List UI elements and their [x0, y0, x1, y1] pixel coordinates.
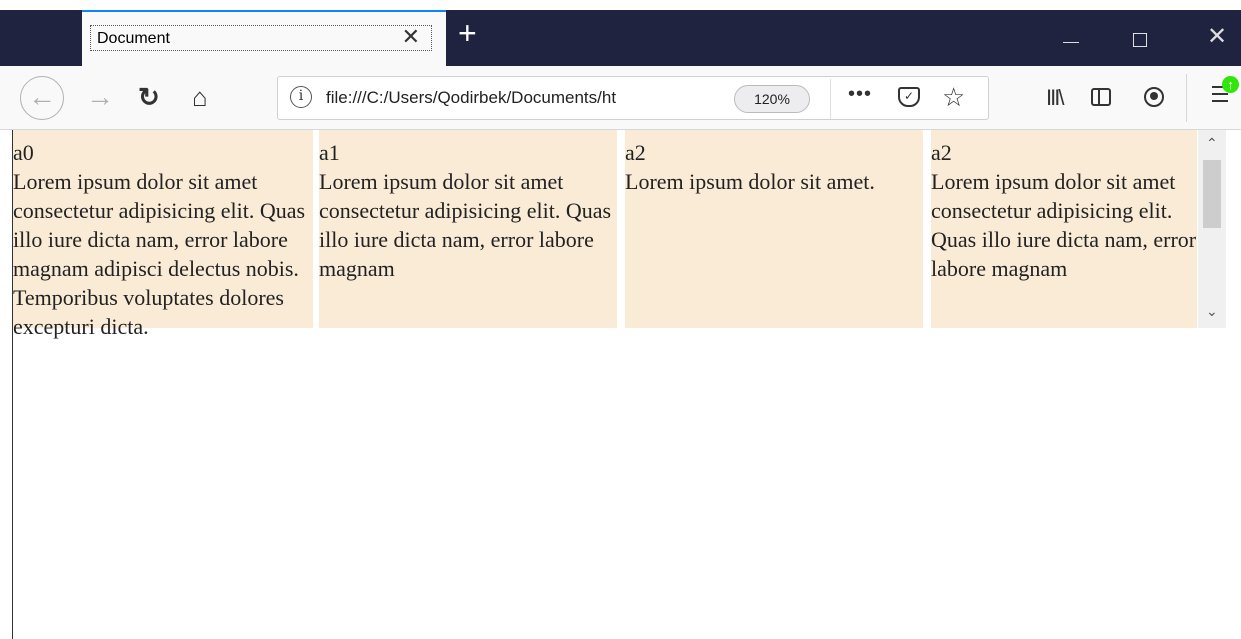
forward-icon[interactable]: → — [86, 80, 114, 114]
scroll-up-icon[interactable]: ⌃ — [1206, 136, 1218, 150]
scrollbar-thumb[interactable] — [1203, 160, 1221, 228]
tab-title: Document — [90, 25, 432, 51]
page-content: a1 Lorem ipsum dolor sit amet consectetu… — [12, 130, 1241, 639]
account-icon[interactable] — [1144, 87, 1164, 107]
title-bar: Document ✕ + ✕ — [0, 0, 1241, 66]
toolbar-divider — [1186, 74, 1187, 122]
column-heading: a1 — [319, 140, 340, 165]
minimize-icon[interactable] — [1063, 42, 1079, 43]
address-bar[interactable]: i file:///C:/Users/Qodirbek/Documents/ht… — [277, 76, 989, 120]
column-text: Lorem ipsum dolor sit amet consectetur a… — [319, 169, 612, 281]
new-tab-button[interactable]: + — [458, 17, 477, 49]
column-a1: a1 Lorem ipsum dolor sit amet consectetu… — [319, 130, 617, 328]
zoom-level-badge[interactable]: 120% — [734, 85, 810, 113]
maximize-icon[interactable] — [1133, 33, 1147, 47]
window-close-icon[interactable]: ✕ — [1207, 25, 1227, 49]
home-icon[interactable]: ⌂ — [192, 82, 208, 112]
back-icon[interactable]: ← — [20, 76, 64, 120]
column-text: Lorem ipsum dolor sit amet. — [625, 169, 875, 194]
column-a0-text: a0 Lorem ipsum dolor sit amet consectetu… — [13, 130, 313, 341]
title-bar-top-strip — [0, 0, 1241, 10]
tab-document[interactable]: Document ✕ — [82, 10, 446, 66]
pocket-icon[interactable]: ✓ — [898, 87, 920, 107]
column-heading: a0 — [13, 140, 34, 165]
sidebar-icon[interactable] — [1091, 88, 1111, 106]
library-icon[interactable]: III\ — [1046, 86, 1065, 110]
column-a2-second: a2 Lorem ipsum dolor sit amet consectetu… — [931, 130, 1197, 328]
url-fade — [678, 83, 728, 113]
update-icon[interactable]: ↑ — [1222, 76, 1239, 93]
reload-icon[interactable]: ↻ — [138, 82, 160, 112]
tab-close-icon[interactable]: ✕ — [402, 26, 420, 48]
bookmark-star-icon[interactable]: ☆ — [942, 83, 965, 111]
column-heading: a2 — [931, 140, 952, 165]
url-text[interactable]: file:///C:/Users/Qodirbek/Documents/ht — [326, 88, 722, 108]
scroll-down-icon[interactable]: ⌄ — [1206, 304, 1218, 318]
column-heading: a2 — [625, 140, 646, 165]
info-icon[interactable]: i — [290, 86, 312, 108]
column-text: Lorem ipsum dolor sit amet consectetur a… — [931, 169, 1197, 281]
column-text: Lorem ipsum dolor sit amet consectetur a… — [13, 169, 306, 339]
vertical-scrollbar[interactable]: ⌃ ⌄ — [1198, 130, 1226, 328]
page-actions-icon[interactable]: ••• — [848, 83, 872, 106]
column-a2: a2 Lorem ipsum dolor sit amet. — [625, 130, 923, 328]
navigation-toolbar: ← → ↻ ⌂ i file:///C:/Users/Qodirbek/Docu… — [0, 66, 1241, 130]
address-bar-divider — [830, 79, 831, 119]
